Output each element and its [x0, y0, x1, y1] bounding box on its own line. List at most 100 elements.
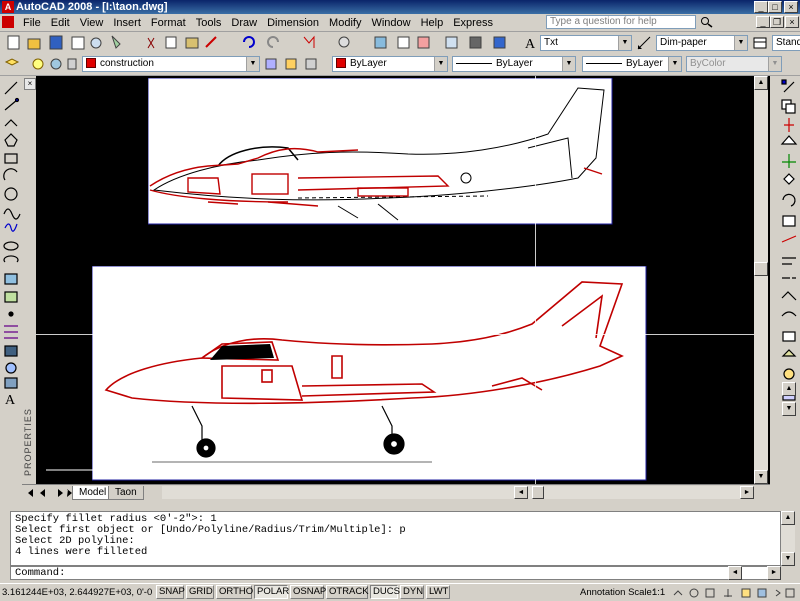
scroll-down-icon[interactable]: ▼ — [754, 470, 768, 484]
text-style-icon: A — [522, 35, 538, 52]
close-window-button[interactable]: × — [784, 1, 798, 13]
command-prompt: Command: — [15, 567, 66, 579]
top-aircraft-image[interactable] — [148, 78, 614, 226]
scroll-left-icon[interactable]: ◄ — [514, 486, 528, 499]
scroll-up-icon[interactable]: ▲ — [754, 76, 768, 90]
menu-insert[interactable]: Insert — [108, 15, 146, 31]
properties-palette[interactable]: × PROPERTIES — [22, 76, 36, 484]
scroll-right-icon[interactable]: ► — [767, 566, 781, 580]
menu-view[interactable]: View — [75, 15, 109, 31]
help-search-icon[interactable] — [700, 16, 714, 28]
horizontal-scrollbar[interactable]: ◄ ► — [162, 486, 754, 499]
crosshair-pickbox — [531, 330, 539, 338]
table-style-icon — [752, 35, 768, 51]
command-line-scroll[interactable]: ◄ ► — [728, 566, 781, 580]
dim-style-icon — [636, 35, 652, 51]
chevron-down-icon: ▼ — [668, 57, 681, 71]
scroll-up-icon[interactable]: ▲ — [781, 511, 795, 525]
close-icon[interactable]: × — [24, 78, 36, 90]
lineweight-sample — [586, 62, 622, 64]
text-style-dropdown[interactable]: Txt ▼ — [540, 35, 632, 51]
layout-tabs-bar: Model Taon ◄ ► — [22, 484, 770, 501]
menu-file[interactable]: File — [18, 15, 46, 31]
scroll-left-icon[interactable]: ◄ — [728, 566, 742, 580]
draw-tool-icons[interactable]: A — [0, 76, 22, 408]
status-toggle-osnap[interactable]: OSNAP — [290, 585, 326, 599]
linetype-dropdown[interactable]: ByLayer ▼ — [452, 56, 576, 72]
maximize-window-button[interactable]: □ — [768, 1, 782, 13]
properties-label: PROPERTIES — [23, 408, 33, 476]
scroll-down-icon[interactable]: ▼ — [781, 552, 795, 566]
menu-tools[interactable]: Tools — [191, 15, 227, 31]
svg-text:A: A — [5, 393, 16, 406]
menu-express[interactable]: Express — [448, 15, 498, 31]
menu-dimension[interactable]: Dimension — [262, 15, 324, 31]
tab-taon[interactable]: Taon — [108, 486, 144, 500]
standard-toolbar-icons[interactable] — [0, 32, 520, 54]
scroll-right-icon[interactable]: ► — [740, 486, 754, 499]
dim-style-value: Dim-paper — [660, 37, 707, 48]
menu-list: File Edit View Insert Format Tools Draw Dimensi… — [18, 15, 498, 31]
linetype-sample — [456, 62, 492, 64]
command-scrollbar[interactable]: ▲ ▼ — [781, 511, 795, 566]
status-toggle-ortho[interactable]: ORTHO — [216, 585, 253, 599]
svg-text:A: A — [525, 37, 536, 51]
doc-minimize-button[interactable]: _ — [756, 16, 770, 28]
layer-dropdown[interactable]: construction ▼ — [82, 56, 260, 72]
scroll-down-icon[interactable]: ▼ — [782, 402, 796, 416]
status-toggle-polar[interactable]: POLAR — [254, 585, 289, 599]
layer-tools-icons[interactable] — [4, 56, 90, 72]
coordinates-readout[interactable]: 3.161244E+03, 2.644927E+03, 0'-0" — [2, 586, 152, 599]
status-toggle-otrack[interactable]: OTRACK — [326, 585, 369, 599]
plot-style-dropdown: ByColor ▼ — [686, 56, 782, 72]
drawing-area[interactable]: × PROPERTIES ▲ ▼ — [22, 76, 770, 484]
color-value: ByLayer — [350, 58, 387, 69]
tab-navigation-arrows[interactable] — [26, 487, 72, 499]
help-search-input[interactable]: Type a question for help — [546, 15, 696, 29]
autocad-app-icon[interactable]: A — [2, 1, 14, 13]
dim-style-dropdown[interactable]: Dim-paper ▼ — [656, 35, 748, 51]
crosshair-vertical — [535, 76, 536, 484]
document-icon[interactable] — [2, 16, 14, 28]
scroll-up-icon[interactable]: ▲ — [782, 382, 796, 396]
status-toggle-grid[interactable]: GRID — [186, 585, 214, 599]
annotation-scale-label: Annotation Scale: — [580, 587, 655, 598]
text-style-value: Txt — [544, 37, 558, 48]
status-toggle-ducs[interactable]: DUCS — [370, 585, 400, 599]
table-style-dropdown[interactable]: Standa — [772, 35, 800, 51]
bottom-aircraft-image[interactable] — [92, 266, 648, 482]
menu-help[interactable]: Help — [416, 15, 449, 31]
color-dropdown[interactable]: ByLayer ▼ — [332, 56, 448, 72]
annotation-scale-value[interactable]: 1:1 — [652, 586, 665, 599]
menu-edit[interactable]: Edit — [46, 15, 75, 31]
status-toggle-snap[interactable]: SNAP — [156, 585, 185, 599]
chevron-down-icon: ▼ — [562, 57, 575, 71]
horizontal-scroll-thumb[interactable] — [532, 486, 544, 499]
menu-format[interactable]: Format — [146, 15, 191, 31]
menu-bar: File Edit View Insert Format Tools Draw Dimensi… — [0, 14, 800, 32]
status-toggle-dyn[interactable]: DYN — [400, 585, 424, 599]
modify-toolbar: ▲ ▼ — [778, 76, 800, 492]
modify-tool-icons[interactable] — [778, 76, 800, 492]
status-toggle-lwt[interactable]: LWT — [426, 585, 450, 599]
plot-style-value: ByColor — [690, 58, 726, 69]
status-bar: 3.161244E+03, 2.644927E+03, 0'-0" SNAP GR… — [0, 583, 800, 601]
menu-draw[interactable]: Draw — [226, 15, 262, 31]
layer-previous-icons[interactable] — [264, 56, 326, 72]
menu-window[interactable]: Window — [366, 15, 415, 31]
standard-toolbar: A Txt ▼ Dim-paper ▼ Standa — [0, 32, 800, 55]
vertical-scrollbar[interactable]: ▲ ▼ — [754, 76, 768, 484]
lineweight-value: ByLayer — [626, 58, 663, 69]
menu-modify[interactable]: Modify — [324, 15, 366, 31]
window-title: AutoCAD 2008 - [I:\taon.dwg] — [16, 1, 168, 13]
doc-close-button[interactable]: × — [785, 16, 799, 28]
lineweight-dropdown[interactable]: ByLayer ▼ — [582, 56, 682, 72]
vertical-scroll-thumb[interactable] — [754, 262, 768, 276]
layer-value: construction — [100, 58, 154, 69]
status-tray-icons[interactable] — [672, 586, 798, 599]
minimize-window-button[interactable]: _ — [754, 1, 768, 13]
layers-toolbar: construction ▼ ByLayer ▼ ByLayer ▼ ByLayer ▼… — [0, 54, 800, 76]
command-history-line: 4 lines were filleted — [15, 546, 148, 558]
command-line-input[interactable]: Command: — [10, 566, 781, 580]
doc-restore-button[interactable]: ❐ — [770, 16, 784, 28]
